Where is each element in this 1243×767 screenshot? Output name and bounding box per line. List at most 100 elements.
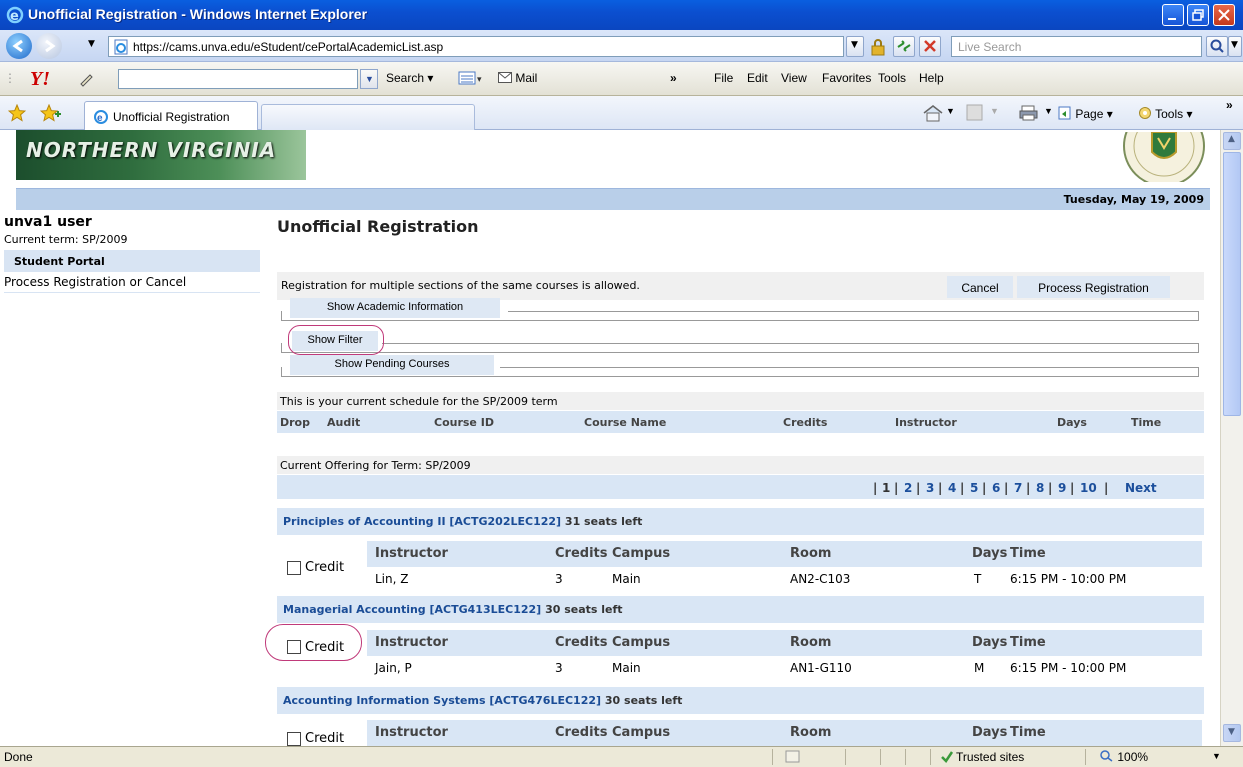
course-title-link[interactable]: Accounting Information Systems [ACTG476L… xyxy=(283,694,601,707)
svg-text:e: e xyxy=(10,9,19,24)
home-icon[interactable] xyxy=(922,104,944,122)
offering-caption: Current Offering for Term: SP/2009 xyxy=(277,456,1204,474)
col-instructor: Instructor xyxy=(895,416,957,429)
maximize-button[interactable] xyxy=(1187,4,1209,26)
course-title-link[interactable]: Managerial Accounting [ACTG413LEC122] xyxy=(283,603,541,616)
col-days: Days xyxy=(1057,416,1087,429)
home-dropdown-icon[interactable]: ▼ xyxy=(946,106,955,116)
sidebar-student-portal[interactable]: Student Portal xyxy=(4,250,260,272)
back-button[interactable] xyxy=(6,33,32,59)
show-academic-info-button[interactable]: Show Academic Information xyxy=(290,298,500,318)
status-bar: Done Trusted sites 100% ▼ xyxy=(0,746,1243,767)
course-title-link[interactable]: Principles of Accounting II [ACTG202LEC1… xyxy=(283,515,561,528)
scrollbar-thumb[interactable] xyxy=(1223,152,1241,416)
status-divider xyxy=(905,749,906,765)
tools-menu[interactable]: Tools ▾ xyxy=(1138,106,1193,121)
search-button[interactable] xyxy=(1206,36,1228,57)
feeds-dropdown-icon[interactable]: ▼ xyxy=(990,106,999,116)
scroll-down-button[interactable]: ▼ xyxy=(1223,724,1241,742)
scroll-up-button[interactable]: ▲ xyxy=(1223,132,1241,150)
refresh-button[interactable] xyxy=(893,36,915,57)
page-5[interactable]: 5 xyxy=(970,481,978,495)
seats-left: 31 seats left xyxy=(564,515,643,528)
toolbar-menu-icon[interactable]: ▾ xyxy=(458,71,486,85)
show-pending-courses-label: Show Pending Courses xyxy=(334,358,450,370)
close-button[interactable] xyxy=(1213,4,1235,26)
stop-button[interactable] xyxy=(919,36,941,57)
command-bar-more[interactable]: » xyxy=(1226,98,1233,112)
back-arrow-icon xyxy=(12,39,23,53)
menu-help[interactable]: Help xyxy=(919,71,944,85)
menu-favorites[interactable]: Favorites xyxy=(822,71,871,85)
course-columns-header: Instructor Credits Campus Room Days Time xyxy=(367,541,1202,567)
history-dropdown-icon[interactable]: ▼ xyxy=(88,39,95,49)
page-content: NORTHERN VIRGINIA Tuesday, May 19, 2009 … xyxy=(0,130,1220,746)
pencil-icon[interactable] xyxy=(78,71,98,87)
col-credits: Credits xyxy=(783,416,828,429)
feeds-icon[interactable] xyxy=(966,104,984,122)
menu-file[interactable]: File xyxy=(714,71,733,85)
schedule-caption: This is your current schedule for the SP… xyxy=(277,392,1204,410)
search-options-button[interactable]: ▼ xyxy=(1228,36,1242,57)
address-input[interactable]: https://cams.unva.edu/eStudent/cePortalA… xyxy=(108,36,844,57)
sidebar-item-process-registration[interactable]: Process Registration or Cancel xyxy=(4,273,260,293)
credit-checkbox[interactable] xyxy=(287,732,301,746)
new-tab-button[interactable] xyxy=(261,104,475,130)
credits-value: 3 xyxy=(555,572,563,586)
course-heading[interactable]: Accounting Information Systems [ACTG476L… xyxy=(277,687,1204,714)
col-room: Room xyxy=(790,546,832,561)
print-dropdown-icon[interactable]: ▼ xyxy=(1044,106,1053,116)
page-10[interactable]: 10 xyxy=(1080,481,1097,495)
pager-separator: | xyxy=(916,481,921,495)
yahoo-search-input[interactable] xyxy=(118,69,358,89)
show-pending-courses-button[interactable]: Show Pending Courses xyxy=(290,355,494,375)
print-icon[interactable] xyxy=(1018,104,1040,122)
annotation-circle xyxy=(265,624,362,661)
minimize-button[interactable] xyxy=(1162,4,1184,26)
page-8[interactable]: 8 xyxy=(1036,481,1044,495)
cancel-button[interactable]: Cancel xyxy=(947,276,1013,298)
zoom-level[interactable]: 100% xyxy=(1100,750,1148,764)
page-6[interactable]: 6 xyxy=(992,481,1000,495)
filter-fieldset xyxy=(281,343,1199,353)
mail-button[interactable]: Mail xyxy=(498,71,537,85)
yahoo-logo[interactable]: Y! xyxy=(30,68,50,91)
menu-tools[interactable]: Tools xyxy=(878,71,906,85)
vertical-scrollbar[interactable]: ▲ ▼ xyxy=(1220,130,1243,746)
page-4[interactable]: 4 xyxy=(948,481,956,495)
university-seal-icon xyxy=(1123,132,1205,182)
zoom-dropdown-icon[interactable]: ▼ xyxy=(1212,751,1221,761)
address-dropdown-button[interactable]: ▼ xyxy=(846,36,864,57)
menu-edit[interactable]: Edit xyxy=(747,71,768,85)
tab-unofficial-registration[interactable]: e Unofficial Registration xyxy=(84,101,258,130)
yahoo-search-dropdown[interactable]: ▼ xyxy=(360,69,378,89)
window-title: Unofficial Registration - Windows Intern… xyxy=(28,6,368,22)
registration-action-row: Registration for multiple sections of th… xyxy=(277,272,1204,300)
course-heading[interactable]: Principles of Accounting II [ACTG202LEC1… xyxy=(277,508,1204,535)
process-registration-button[interactable]: Process Registration xyxy=(1017,276,1170,298)
next-page-link[interactable]: Next xyxy=(1125,481,1157,495)
live-search-input[interactable]: Live Search xyxy=(951,36,1202,57)
page-menu[interactable]: Page ▾ xyxy=(1058,106,1113,121)
course-heading[interactable]: Managerial Accounting [ACTG413LEC122] 30… xyxy=(277,596,1204,623)
toolbar-more-button[interactable]: » xyxy=(670,71,677,85)
up-arrow-icon: ▲ xyxy=(1228,134,1235,144)
college-banner: NORTHERN VIRGINIA xyxy=(16,130,306,180)
favorites-star-icon[interactable] xyxy=(8,104,26,122)
ie-tab-icon: e xyxy=(94,110,108,124)
url-text: https://cams.unva.edu/eStudent/cePortalA… xyxy=(133,40,444,54)
page-9[interactable]: 9 xyxy=(1058,481,1066,495)
page-2[interactable]: 2 xyxy=(904,481,912,495)
yahoo-toolbar: ⋮ Y! ▼ Search ▾ ▾ Mail » File Edit View … xyxy=(0,62,1243,96)
security-zone[interactable]: Trusted sites xyxy=(956,750,1024,764)
page-7[interactable]: 7 xyxy=(1014,481,1022,495)
forward-button[interactable] xyxy=(36,33,62,59)
page-1[interactable]: 1 xyxy=(882,481,890,495)
add-favorite-icon[interactable] xyxy=(40,104,62,122)
menu-view[interactable]: View xyxy=(781,71,807,85)
credit-checkbox[interactable] xyxy=(287,561,301,575)
lock-icon[interactable] xyxy=(868,37,888,57)
page-menu-label: Page xyxy=(1075,107,1104,121)
page-3[interactable]: 3 xyxy=(926,481,934,495)
yahoo-search-button[interactable]: Search ▾ xyxy=(386,71,433,85)
